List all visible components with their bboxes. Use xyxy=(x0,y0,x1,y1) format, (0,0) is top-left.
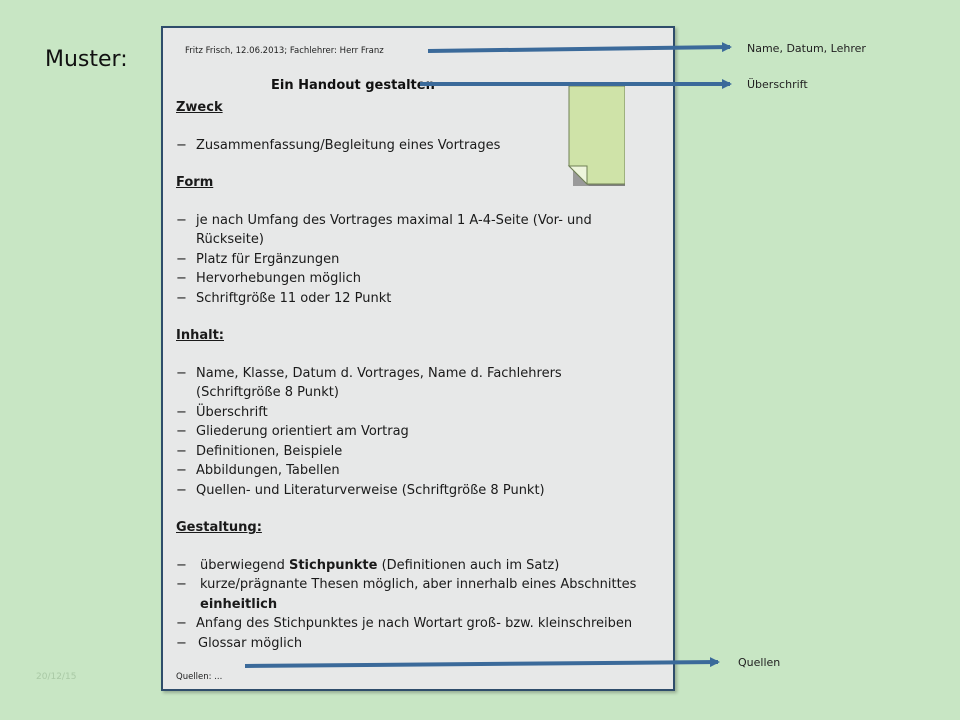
annotation-heading: Überschrift xyxy=(747,78,808,91)
arrow-sources xyxy=(244,657,720,668)
arrow-name-date xyxy=(427,42,732,53)
annotation-name-date-teacher: Name, Datum, Lehrer xyxy=(747,42,866,55)
annotation-sources: Quellen xyxy=(738,656,781,669)
annotation-arrows xyxy=(244,42,732,668)
